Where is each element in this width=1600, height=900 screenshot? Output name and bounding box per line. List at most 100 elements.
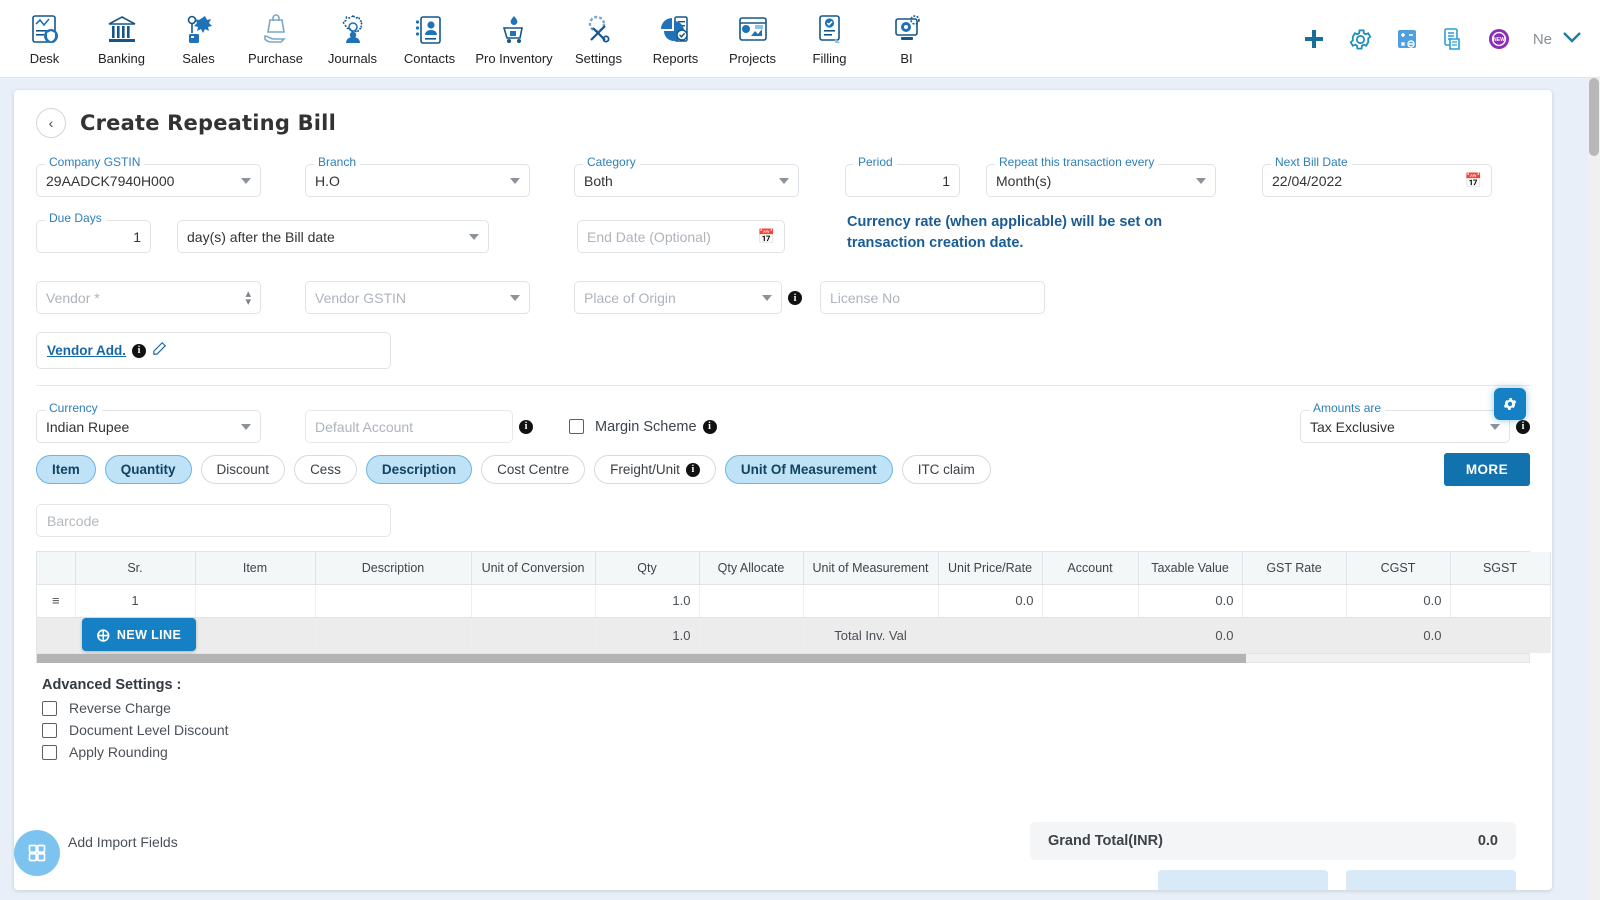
row-gst-rate[interactable] (1242, 584, 1347, 618)
chevron-down-icon (1562, 28, 1582, 50)
default-account-info-icon[interactable]: i (519, 419, 533, 434)
barcode-input[interactable]: Barcode (36, 504, 391, 537)
nav-item-projects[interactable]: Projects (714, 4, 791, 66)
currency-field[interactable]: Currency Indian Rupee (36, 401, 261, 443)
nav-item-filling[interactable]: Filling (791, 4, 868, 66)
gear-icon[interactable] (1348, 27, 1373, 52)
col-unit-of-conversion: Unit of Conversion (471, 552, 596, 585)
period-field[interactable]: Period 1 (845, 155, 960, 197)
calculator-icon[interactable] (1395, 27, 1419, 51)
row-drag-handle-icon[interactable]: ≡ (37, 584, 76, 618)
table-settings-gear-icon[interactable] (1494, 388, 1526, 420)
row-unit-of-measurement[interactable] (803, 584, 939, 618)
add-import-fields-fab[interactable] (14, 830, 60, 876)
row-unit-of-conversion[interactable] (471, 584, 596, 618)
nav-item-banking[interactable]: Banking (83, 4, 160, 66)
nav-item-bi[interactable]: BI (868, 4, 945, 66)
margin-scheme-checkbox[interactable] (569, 419, 584, 434)
vendor-address-info-icon[interactable]: i (132, 343, 147, 358)
page-vertical-scrollbar[interactable] (1588, 78, 1600, 900)
add-icon[interactable] (1302, 27, 1326, 51)
vendor-address-box[interactable]: Vendor Add. i (36, 332, 391, 369)
freight-unit-info-icon[interactable]: i (685, 462, 700, 477)
nav-item-purchase[interactable]: Purchase (237, 4, 314, 66)
footer-button-secondary[interactable] (1346, 870, 1516, 890)
col-handle (37, 552, 76, 585)
next-bill-date-field[interactable]: Next Bill Date 22/04/2022 📅 (1262, 155, 1492, 197)
more-button[interactable]: MORE (1443, 453, 1530, 486)
amounts-are-field[interactable]: Amounts are Tax Exclusive (1300, 401, 1510, 443)
chip-cost-centre[interactable]: Cost Centre (481, 455, 586, 484)
chip-description[interactable]: Description (365, 455, 473, 484)
calendar-icon[interactable]: 📅 (758, 228, 775, 245)
end-date-field[interactable]: End Date (Optional) 📅 (577, 220, 785, 253)
chip-cess[interactable]: Cess (294, 455, 357, 484)
chevron-left-icon: ‹ (48, 115, 54, 131)
nav-item-journals[interactable]: Journals (314, 4, 391, 66)
nav-item-settings[interactable]: Settings (560, 4, 637, 66)
new-line-button[interactable]: ⨁ NEW LINE (82, 618, 197, 651)
company-gstin-field[interactable]: Company GSTIN 29AADCK7940H000 (36, 155, 261, 197)
place-of-origin-info-icon[interactable]: i (788, 291, 802, 305)
margin-scheme-info-icon[interactable]: i (702, 419, 717, 434)
row-account[interactable] (1042, 584, 1139, 618)
col-item: Item (195, 552, 316, 585)
branch-field[interactable]: Branch H.O (305, 155, 530, 197)
nav-label: Desk (29, 51, 60, 66)
total-blank-8 (1042, 617, 1139, 653)
total-inv-val-label: Total Inv. Val (803, 617, 939, 653)
new-badge-icon[interactable]: NEW (1487, 27, 1511, 51)
default-account-field[interactable]: Default Account (305, 410, 513, 443)
vendor-field[interactable]: Vendor * ▴ ▾ (36, 281, 261, 314)
table-horizontal-scrollbar[interactable] (37, 653, 1529, 663)
document-level-discount-checkbox[interactable] (42, 722, 57, 738)
advanced-option-document-level-discount[interactable]: Document Level Discount (42, 722, 1552, 738)
back-button[interactable]: ‹ (36, 108, 66, 138)
amounts-are-info-icon[interactable]: i (1516, 419, 1530, 434)
row-item[interactable] (195, 584, 316, 618)
row-qty-allocate[interactable] (699, 584, 804, 618)
chip-item[interactable]: Item (36, 455, 96, 484)
scrollbar-thumb[interactable] (1589, 78, 1599, 156)
advanced-option-apply-rounding[interactable]: Apply Rounding (42, 744, 1552, 760)
scrollbar-thumb[interactable] (37, 654, 1246, 663)
row-description[interactable] (315, 584, 472, 618)
col-sgst: SGST (1450, 552, 1551, 585)
category-field[interactable]: Category Both (574, 155, 799, 197)
chip-unit-of-measurement[interactable]: Unit Of Measurement (724, 455, 893, 484)
place-of-origin-field[interactable]: Place of Origin (574, 281, 782, 314)
row-qty[interactable]: 1.0 (595, 584, 700, 618)
apply-rounding-checkbox[interactable] (42, 744, 57, 760)
advanced-option-reverse-charge[interactable]: Reverse Charge (42, 700, 1552, 716)
nav-item-reports[interactable]: Reports (637, 4, 714, 66)
repeat-every-field[interactable]: Repeat this transaction every Month(s) (986, 155, 1216, 197)
nav-label: Settings (575, 51, 622, 66)
calendar-icon[interactable]: 📅 (1465, 172, 1482, 189)
user-menu[interactable]: Ne (1533, 28, 1582, 50)
settings-tools-icon (581, 8, 617, 52)
chip-itc-claim[interactable]: ITC claim (901, 455, 991, 484)
reverse-charge-checkbox[interactable] (42, 700, 57, 716)
total-qty: 1.0 (595, 617, 700, 653)
repeat-every-label: Repeat this transaction every (995, 155, 1159, 169)
nav-item-contacts[interactable]: Contacts (391, 4, 468, 66)
license-no-field[interactable]: License No (820, 281, 1045, 314)
footer-button-primary[interactable] (1158, 870, 1328, 890)
chip-discount[interactable]: Discount (200, 455, 286, 484)
due-days-mode-field[interactable]: day(s) after the Bill date (177, 220, 489, 253)
chip-freight-unit[interactable]: Freight/Unit i (594, 455, 716, 484)
row-unit-price-rate[interactable]: 0.0 (938, 584, 1043, 618)
vendor-address-link[interactable]: Vendor Add. (47, 343, 126, 358)
chip-quantity[interactable]: Quantity (104, 455, 192, 484)
due-days-field[interactable]: Due Days 1 (36, 211, 151, 253)
table-row[interactable]: ≡ 1 1.0 0.0 0.0 0.0 (37, 584, 1551, 618)
stepper-icon[interactable]: ▴ ▾ (245, 288, 251, 307)
chip-label: Cost Centre (497, 462, 570, 477)
edit-icon[interactable] (153, 341, 167, 360)
nav-item-pro-inventory[interactable]: Pro Inventory (468, 4, 560, 66)
nav-item-sales[interactable]: Sales (160, 4, 237, 66)
vendor-gstin-field[interactable]: Vendor GSTIN (305, 281, 530, 314)
nav-item-desk[interactable]: Desk (6, 4, 83, 66)
bill-form: Company GSTIN 29AADCK7940H000 Branch H.O… (14, 138, 1552, 443)
document-icon[interactable] (1441, 27, 1465, 51)
